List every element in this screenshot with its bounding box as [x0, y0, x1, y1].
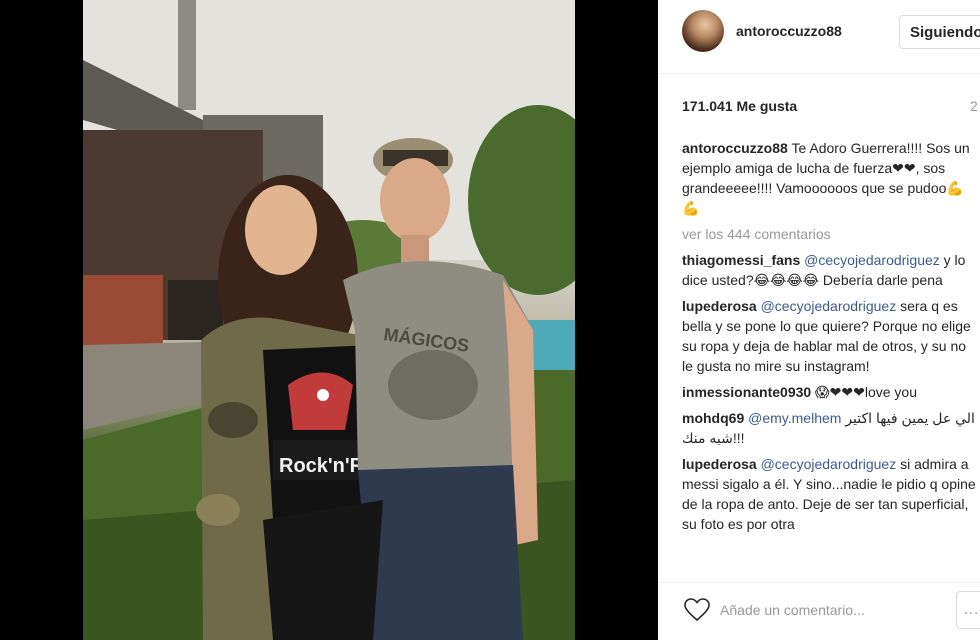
heart-icon[interactable]	[684, 598, 710, 622]
list-item-comment: inmessionante0930 😱❤❤❤love you	[682, 382, 978, 402]
comment-author[interactable]: lupederosa	[682, 298, 757, 314]
caption-comment: antoroccuzzo88 Te Adoro Guerrera!!!! Sos…	[682, 138, 978, 218]
comment-author[interactable]: antoroccuzzo88	[682, 140, 788, 156]
add-comment-bar: …	[658, 582, 980, 640]
comment-text: 😱❤❤❤love you	[811, 384, 917, 400]
more-icon[interactable]: …	[956, 591, 980, 629]
photo-illustration: Rock'n'Roll MÁGICOS	[83, 0, 575, 640]
post-header: antoroccuzzo88 Siguiendo	[658, 0, 980, 74]
comment-mention[interactable]: @emy.melhem	[748, 410, 841, 426]
comment-input[interactable]	[720, 599, 920, 621]
comment-author[interactable]: lupederosa	[682, 456, 757, 472]
comment-mention[interactable]: @cecyojedarodriguez	[761, 456, 897, 472]
comment-author[interactable]: inmessionante0930	[682, 384, 811, 400]
post-time: 2	[970, 98, 978, 114]
comment-author[interactable]: mohdq69	[682, 410, 744, 426]
comment-author[interactable]: thiagomessi_fans	[682, 252, 800, 268]
avatar[interactable]	[682, 10, 724, 52]
likes-count[interactable]: 171.041 Me gusta	[682, 98, 797, 114]
comments-list: antoroccuzzo88 Te Adoro Guerrera!!!! Sos…	[682, 138, 978, 572]
post-photo[interactable]: Rock'n'Roll MÁGICOS	[83, 0, 575, 640]
media-area: Rock'n'Roll MÁGICOS	[0, 0, 658, 640]
view-all-comments-link[interactable]: ver los 444 comentarios	[682, 224, 978, 244]
list-item-comment: lupederosa @cecyojedarodriguez sera q es…	[682, 296, 978, 376]
post-side-panel: antoroccuzzo88 Siguiendo 171.041 Me gust…	[658, 0, 980, 640]
username[interactable]: antoroccuzzo88	[736, 23, 842, 39]
follow-button[interactable]: Siguiendo	[899, 15, 980, 49]
list-item-comment: lupederosa @cecyojedarodriguez si admira…	[682, 454, 978, 534]
list-item-comment: mohdq69 @emy.melhem الي عل يمين فيها اكت…	[682, 408, 978, 448]
comment-mention[interactable]: @cecyojedarodriguez	[761, 298, 897, 314]
comment-mention[interactable]: @cecyojedarodriguez	[804, 252, 940, 268]
list-item-comment: thiagomessi_fans @cecyojedarodriguez y l…	[682, 250, 978, 290]
